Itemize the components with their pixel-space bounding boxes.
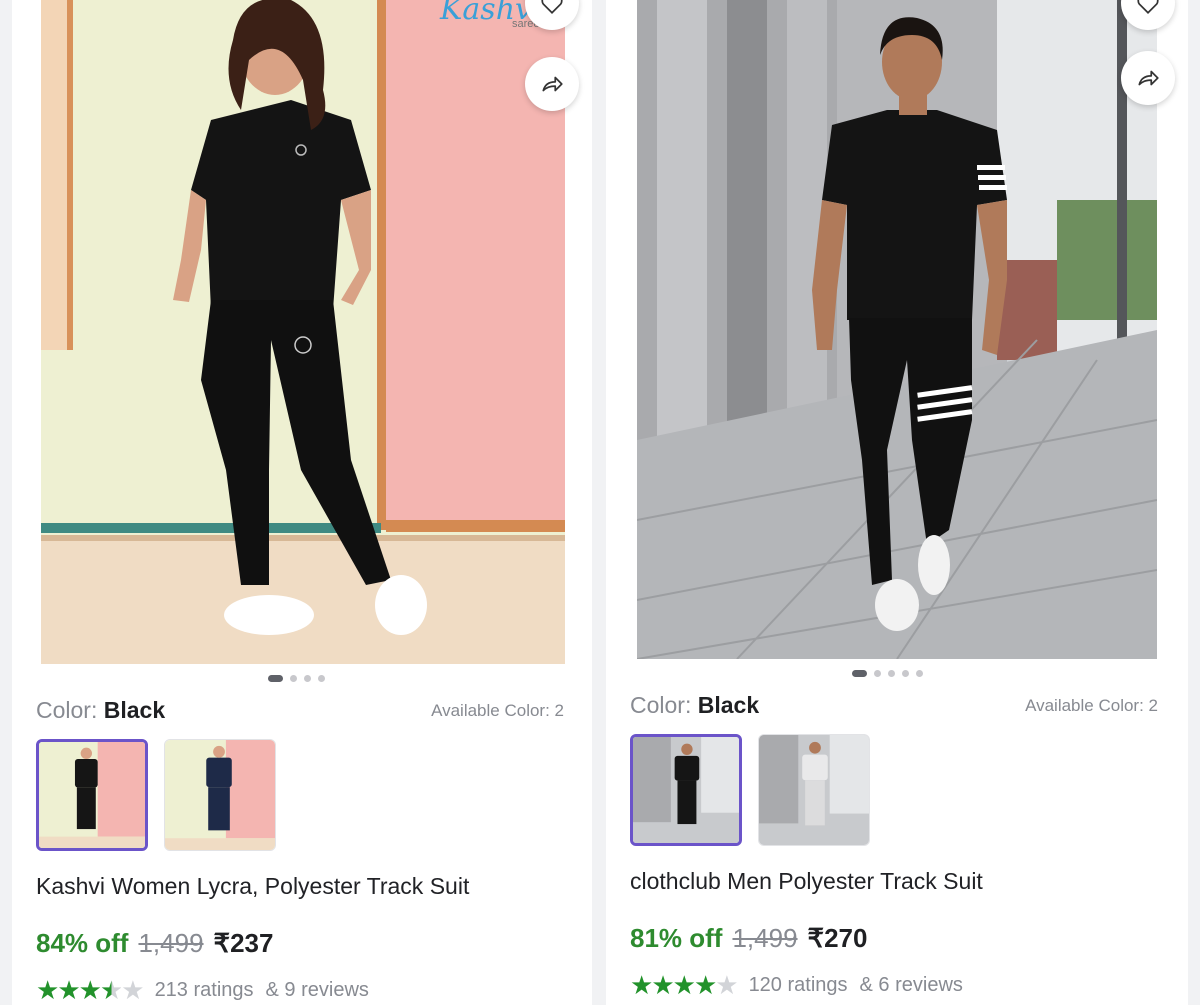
heart-icon: [1137, 0, 1159, 14]
star-empty-icon: ★: [121, 975, 144, 1005]
star-full-icon: ★: [57, 975, 80, 1005]
price-row: 84% off 1,499 ₹237: [36, 928, 273, 959]
selling-price: ₹270: [807, 923, 868, 953]
star-full-icon: ★: [36, 975, 59, 1005]
available-colors: Available Color: 2: [431, 701, 564, 720]
ratings-count: 120 ratings: [748, 973, 848, 996]
carousel-dot[interactable]: [888, 670, 895, 677]
image-carousel-dots[interactable]: [268, 675, 325, 682]
star-half-icon: ★: [99, 975, 123, 1005]
price-row: 81% off 1,499 ₹270: [630, 923, 867, 954]
selling-price: ₹237: [213, 928, 274, 958]
product-title[interactable]: clothclub Men Polyester Track Suit: [630, 868, 983, 895]
product-image-woman[interactable]: [41, 0, 565, 664]
color-label: Color: Black: [36, 697, 165, 724]
star-empty-icon: ★: [715, 970, 738, 1000]
rating-row[interactable]: ★★★★★ 120 ratings & 6 reviews: [630, 972, 963, 998]
product-card-clothclub[interactable]: Color: Black Available Color: 2 clothclu…: [606, 0, 1188, 1005]
discount-percent: 84% off: [36, 928, 129, 958]
star-full-icon: ★: [78, 975, 102, 1005]
color-swatch-navy[interactable]: [164, 739, 276, 851]
carousel-dot[interactable]: [304, 675, 311, 682]
carousel-dot[interactable]: [852, 670, 867, 677]
share-button[interactable]: [525, 57, 579, 111]
original-price: 1,499: [138, 928, 204, 958]
color-label: Color: Black: [630, 692, 759, 719]
carousel-dot[interactable]: [874, 670, 881, 677]
available-colors: Available Color: 2: [1025, 696, 1158, 715]
carousel-dot[interactable]: [318, 675, 325, 682]
heart-icon: [541, 0, 563, 14]
carousel-dot[interactable]: [902, 670, 909, 677]
color-prefix: Color:: [630, 692, 692, 718]
color-value: Black: [697, 692, 760, 718]
color-swatch-grey[interactable]: [758, 734, 870, 846]
product-image-man[interactable]: [637, 0, 1157, 659]
product-card-kashvi[interactable]: Kashvi sarees Color: Black Available Col…: [12, 0, 592, 1005]
share-button[interactable]: [1121, 51, 1175, 105]
image-carousel-dots[interactable]: [852, 670, 923, 677]
reviews-count: & 6 reviews: [859, 973, 963, 996]
carousel-dot[interactable]: [290, 675, 297, 682]
star-full-icon: ★: [693, 970, 717, 1000]
rating-row[interactable]: ★★★★★ 213 ratings & 9 reviews: [36, 977, 369, 1003]
carousel-dot[interactable]: [916, 670, 923, 677]
original-price: 1,499: [732, 923, 798, 953]
discount-percent: 81% off: [630, 923, 723, 953]
star-full-icon: ★: [630, 970, 653, 1000]
star-rating: ★★★★★: [36, 975, 145, 1005]
ratings-count: 213 ratings: [154, 978, 254, 1001]
color-value: Black: [103, 697, 166, 723]
product-title[interactable]: Kashvi Women Lycra, Polyester Track Suit: [36, 873, 469, 900]
color-swatch-black[interactable]: [36, 739, 148, 851]
share-icon: [1138, 70, 1159, 86]
carousel-dot[interactable]: [268, 675, 283, 682]
color-prefix: Color:: [36, 697, 98, 723]
star-full-icon: ★: [651, 970, 674, 1000]
share-icon: [542, 76, 563, 92]
color-swatch-black[interactable]: [630, 734, 742, 846]
star-full-icon: ★: [672, 970, 696, 1000]
reviews-count: & 9 reviews: [265, 978, 369, 1001]
star-rating: ★★★★★: [630, 970, 739, 1000]
